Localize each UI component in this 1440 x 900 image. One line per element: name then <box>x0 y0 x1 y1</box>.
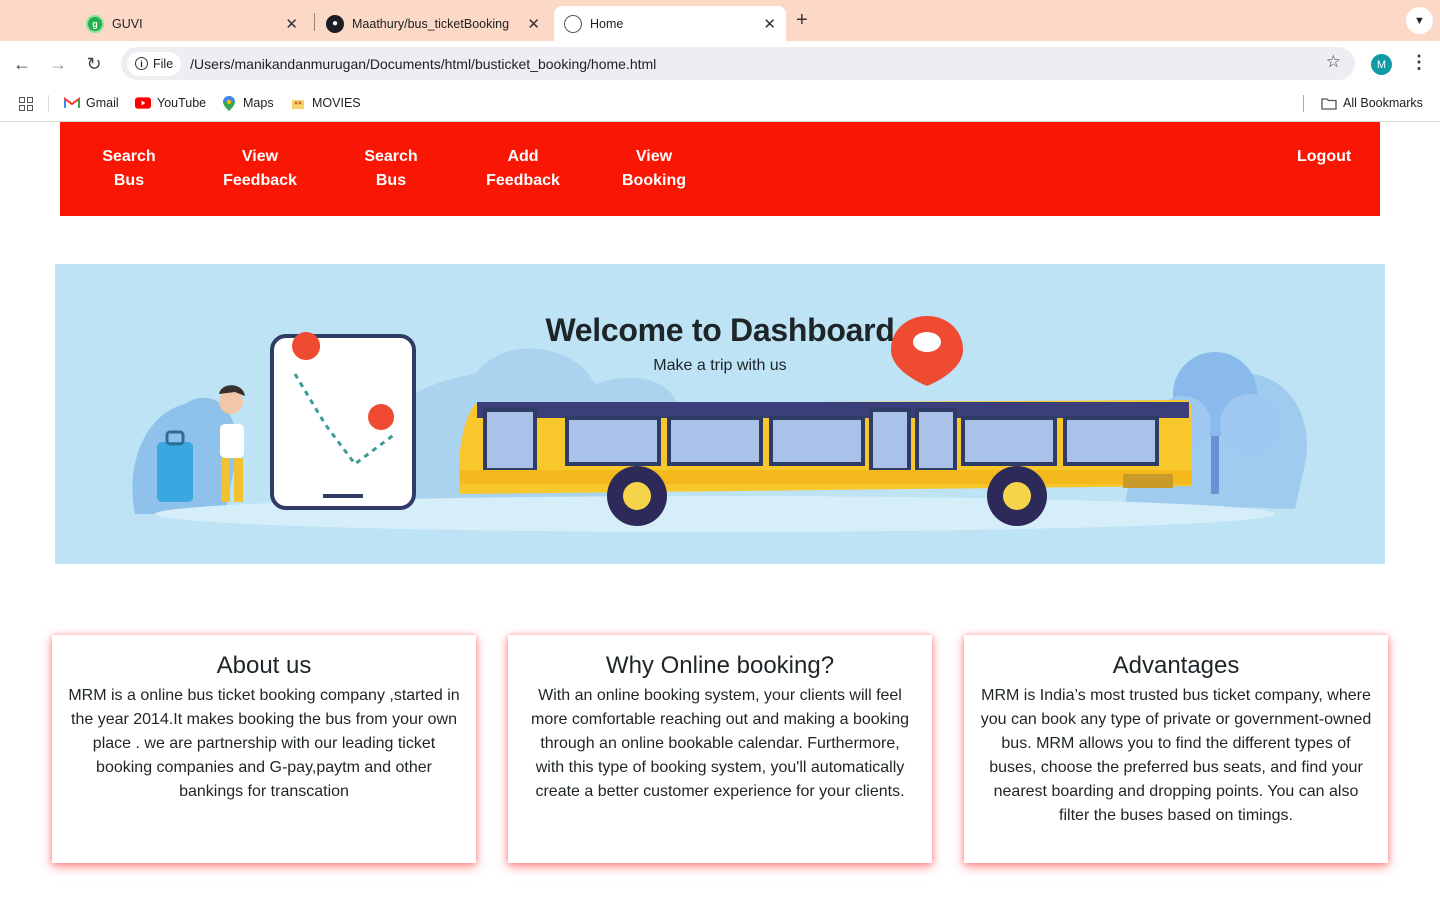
bookmark-divider <box>48 95 49 112</box>
close-icon[interactable]: ✕ <box>285 15 298 33</box>
bookmark-label: Gmail <box>86 96 119 110</box>
maps-icon <box>221 95 237 111</box>
nav-search-bus-2[interactable]: Search Bus <box>336 145 446 193</box>
hero-subtitle: Make a trip with us <box>653 357 787 374</box>
tab-divider <box>314 13 315 31</box>
nav-view-booking[interactable]: View Booking <box>599 145 709 193</box>
card-title: About us <box>216 652 312 679</box>
bookmark-divider <box>1303 95 1304 112</box>
card-advantages: Advantages MRM is India’s most trusted b… <box>964 635 1388 863</box>
nav-label: Feedback <box>223 172 297 189</box>
nav-label: Feedback <box>486 172 560 189</box>
nav-search-bus[interactable]: Search Bus <box>74 145 184 193</box>
tab-title: Home <box>590 16 624 31</box>
tab-home[interactable]: Home ✕ <box>554 6 786 41</box>
card-title: Why Online booking? <box>605 652 835 679</box>
hero-banner: Welcome to Dashboard Make a trip with us <box>55 264 1385 564</box>
info-icon: i <box>135 57 148 70</box>
guvi-favicon: g <box>86 14 104 33</box>
folder-movies-icon <box>290 96 306 110</box>
nav-label: View <box>241 148 279 165</box>
bookmark-movies[interactable]: MOVIES <box>290 96 361 110</box>
nav-label: Search <box>102 148 156 165</box>
folder-icon <box>1321 96 1337 110</box>
youtube-icon <box>135 96 151 110</box>
bookmark-youtube[interactable]: YouTube <box>135 96 206 110</box>
tab-guvi[interactable]: g GUVI ✕ <box>76 6 308 41</box>
close-icon[interactable]: ✕ <box>763 15 776 33</box>
card-about-us: About us MRM is a online bus ticket book… <box>52 635 476 863</box>
site-info-label: File <box>153 56 174 71</box>
logout-link[interactable]: Logout <box>1297 145 1351 169</box>
bookmark-label: Maps <box>243 96 274 110</box>
card-body: With an online booking system, your clie… <box>531 687 909 800</box>
browser-menu-icon[interactable]: ⋮ <box>1410 52 1428 73</box>
all-bookmarks-label: All Bookmarks <box>1343 96 1423 110</box>
card-why-online-booking: Why Online booking? With an online booki… <box>508 635 932 863</box>
card-body: MRM is a online bus ticket booking compa… <box>68 687 460 800</box>
reload-icon[interactable]: ↻ <box>81 51 107 77</box>
nav-view-feedback[interactable]: View Feedback <box>205 145 315 193</box>
all-bookmarks-button[interactable]: All Bookmarks <box>1321 96 1423 110</box>
card-title: Advantages <box>1112 652 1240 679</box>
tab-github[interactable]: ● Maathury/bus_ticketBooking ✕ <box>316 6 550 41</box>
apps-grid-icon[interactable] <box>19 97 33 111</box>
profile-avatar[interactable]: M <box>1371 54 1392 75</box>
github-icon: ● <box>326 14 344 33</box>
bookmark-label: YouTube <box>157 96 207 110</box>
tab-search-chevron-icon[interactable]: ▼ <box>1406 7 1433 34</box>
nav-label: Booking <box>622 172 686 189</box>
browser-toolbar: ← → ↻ i File /Users/manikandanmurugan/Do… <box>0 41 1440 86</box>
nav-add-feedback[interactable]: Add Feedback <box>468 145 578 193</box>
page-title: Welcome to Dashboard <box>545 312 895 348</box>
nav-label: Search <box>364 148 418 165</box>
back-arrow-icon[interactable]: ← <box>9 51 35 77</box>
bookmarks-bar: Gmail YouTube Maps MOVIES All Bookmarks <box>0 86 1440 122</box>
tab-title: Maathury/bus_ticketBooking <box>352 16 510 31</box>
bus-illustration <box>132 316 1307 532</box>
bookmark-maps[interactable]: Maps <box>221 95 274 111</box>
card-body: MRM is India’s most trusted bus ticket c… <box>980 687 1372 824</box>
bookmark-label: MOVIES <box>312 96 361 110</box>
tab-title: GUVI <box>112 16 143 31</box>
close-icon[interactable]: ✕ <box>527 15 540 33</box>
gmail-icon <box>64 96 80 110</box>
nav-label: Bus <box>375 172 407 189</box>
new-tab-button[interactable]: + <box>796 9 808 32</box>
address-bar[interactable]: i File /Users/manikandanmurugan/Document… <box>121 47 1355 80</box>
url-text[interactable]: /Users/manikandanmurugan/Documents/html/… <box>190 56 656 72</box>
main-navbar: Search Bus View Feedback Search Bus Add … <box>60 122 1380 216</box>
nav-label: Bus <box>113 172 145 189</box>
nav-label: Add <box>507 148 539 165</box>
forward-arrow-icon[interactable]: → <box>45 51 71 77</box>
nav-label: View <box>635 148 673 165</box>
browser-tab-strip: g GUVI ✕ ● Maathury/bus_ticketBooking ✕ … <box>0 0 1440 41</box>
bookmark-star-icon[interactable]: ☆ <box>1326 52 1341 72</box>
bookmark-gmail[interactable]: Gmail <box>64 96 119 110</box>
site-info-chip[interactable]: i File <box>127 51 182 76</box>
globe-icon <box>564 14 582 33</box>
